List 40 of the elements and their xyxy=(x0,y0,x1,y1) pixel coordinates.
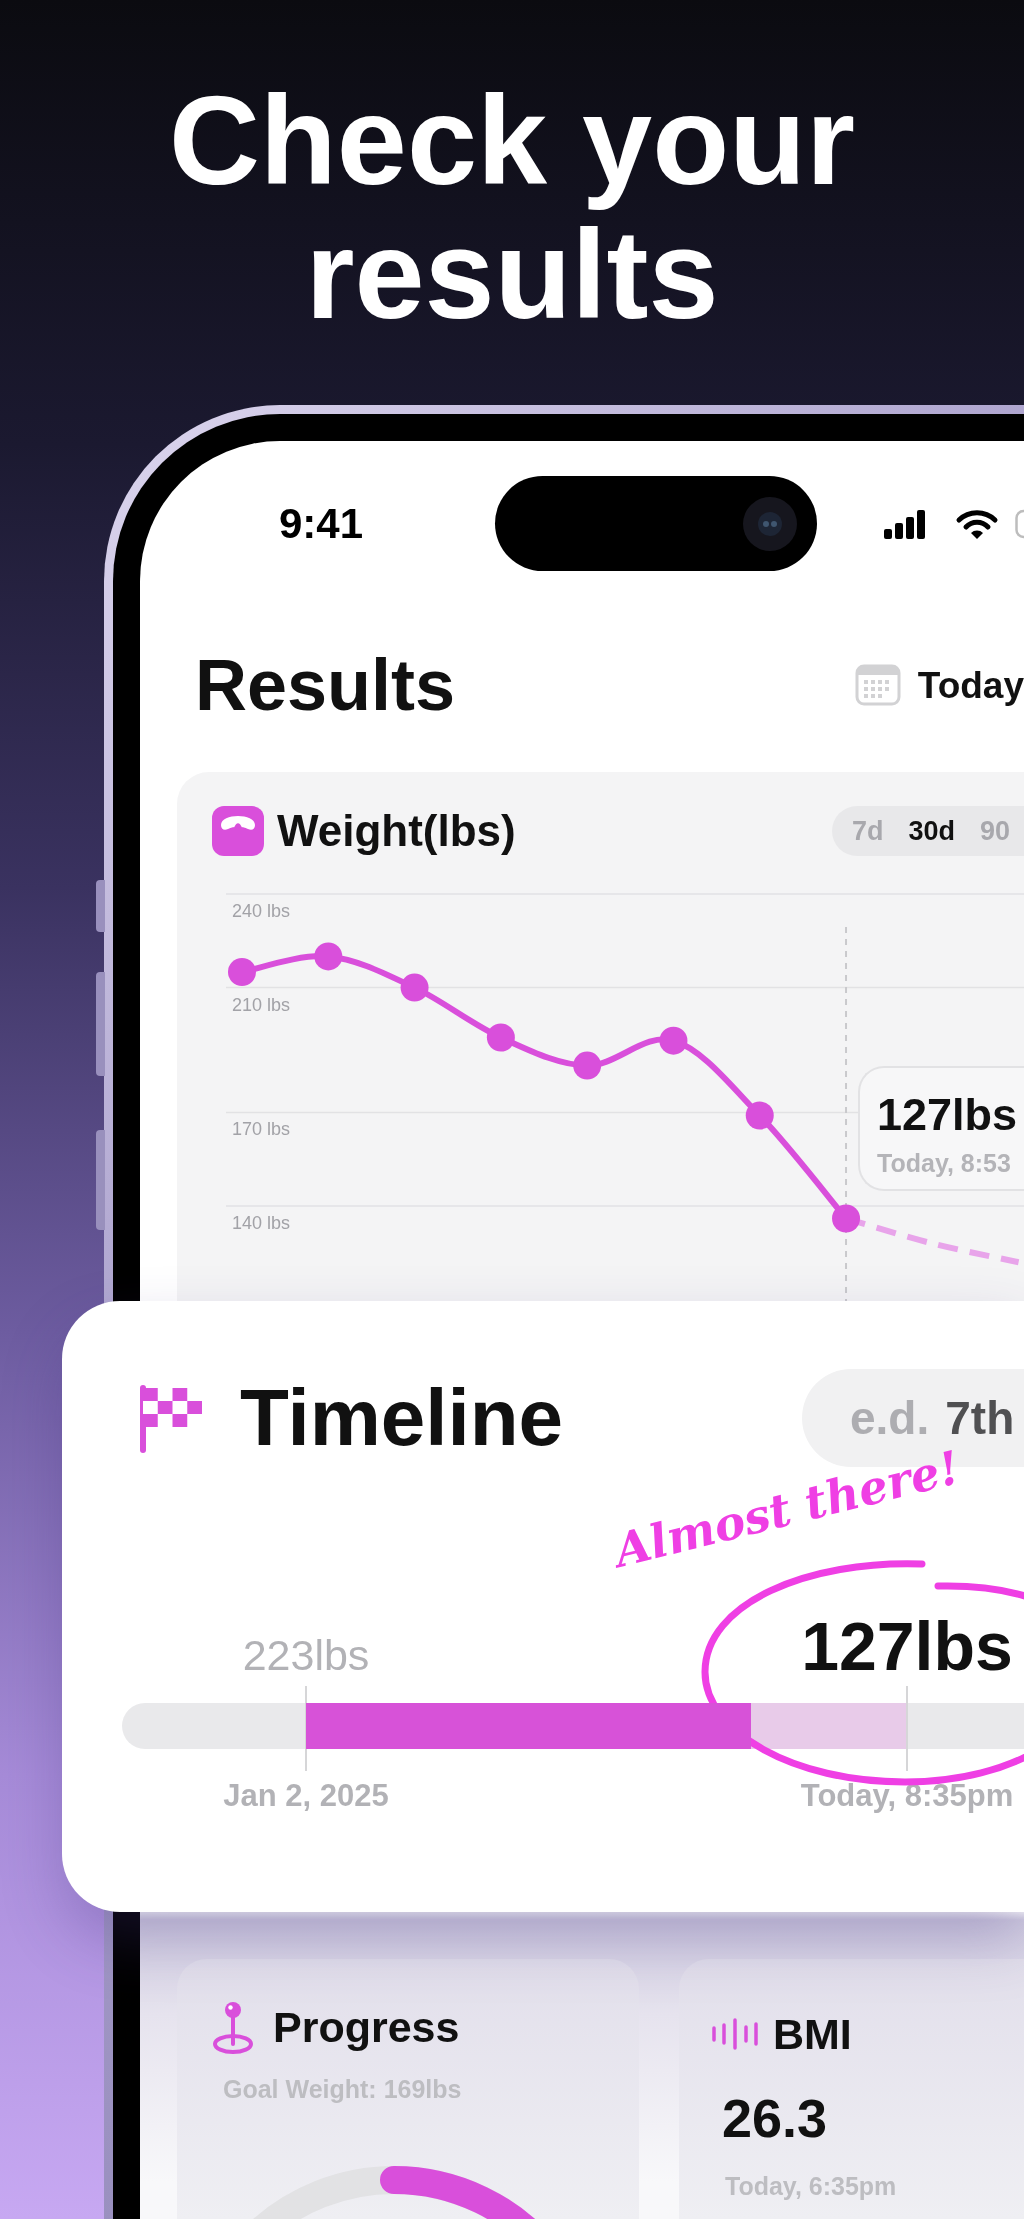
headline: Check your results xyxy=(167,74,857,342)
data-point xyxy=(745,1101,774,1130)
camera-lens-icon xyxy=(743,496,797,551)
data-point xyxy=(314,942,343,971)
bmi-value: 26.3 xyxy=(722,2091,828,2145)
data-point xyxy=(832,1204,861,1233)
battery-icon xyxy=(1015,508,1024,539)
tooltip-value: 127lbs xyxy=(877,1092,1019,1137)
axis-label: 240 lbs xyxy=(232,901,291,921)
start-date: Jan 2, 2025 xyxy=(223,1778,389,1813)
current-date: Today, 8:35pm xyxy=(800,1778,1014,1813)
date-button[interactable]: Today xyxy=(854,664,1024,706)
data-point xyxy=(228,958,256,986)
tooltip-time: Today, 8:53 xyxy=(877,1151,1012,1176)
axis-label: 170 lbs xyxy=(232,1119,291,1140)
card-title: Timeline xyxy=(240,1378,564,1458)
card-title: Weight(lbs) xyxy=(277,809,516,853)
range-tab[interactable]: 30d xyxy=(908,817,956,845)
page-title: Results xyxy=(195,649,456,721)
axis-label: 210 lbs xyxy=(232,994,291,1015)
start-weight: 223lbs xyxy=(242,1631,370,1679)
signal-icon xyxy=(884,508,926,539)
estimate-label: e.d. xyxy=(850,1395,930,1441)
card-title: BMI xyxy=(773,2012,852,2056)
card-title: Progress xyxy=(273,2006,460,2049)
handwritten-note: Almost there! xyxy=(608,1439,966,1580)
data-point xyxy=(573,1051,602,1080)
data-point xyxy=(400,973,429,1002)
pin-icon xyxy=(212,2001,254,2054)
data-point xyxy=(659,1026,688,1055)
calendar-icon xyxy=(854,664,901,706)
scale-icon xyxy=(212,806,264,856)
axis-label: 140 lbs xyxy=(232,1213,291,1233)
current-weight: 127lbs xyxy=(801,1608,1013,1684)
status-time: 9:41 xyxy=(279,499,364,547)
estimate-value: 7th xyxy=(945,1395,1015,1441)
waveform-icon xyxy=(711,2018,759,2050)
side-key-drawing xyxy=(96,880,105,932)
data-point xyxy=(486,1023,515,1052)
wifi-icon xyxy=(955,507,999,540)
